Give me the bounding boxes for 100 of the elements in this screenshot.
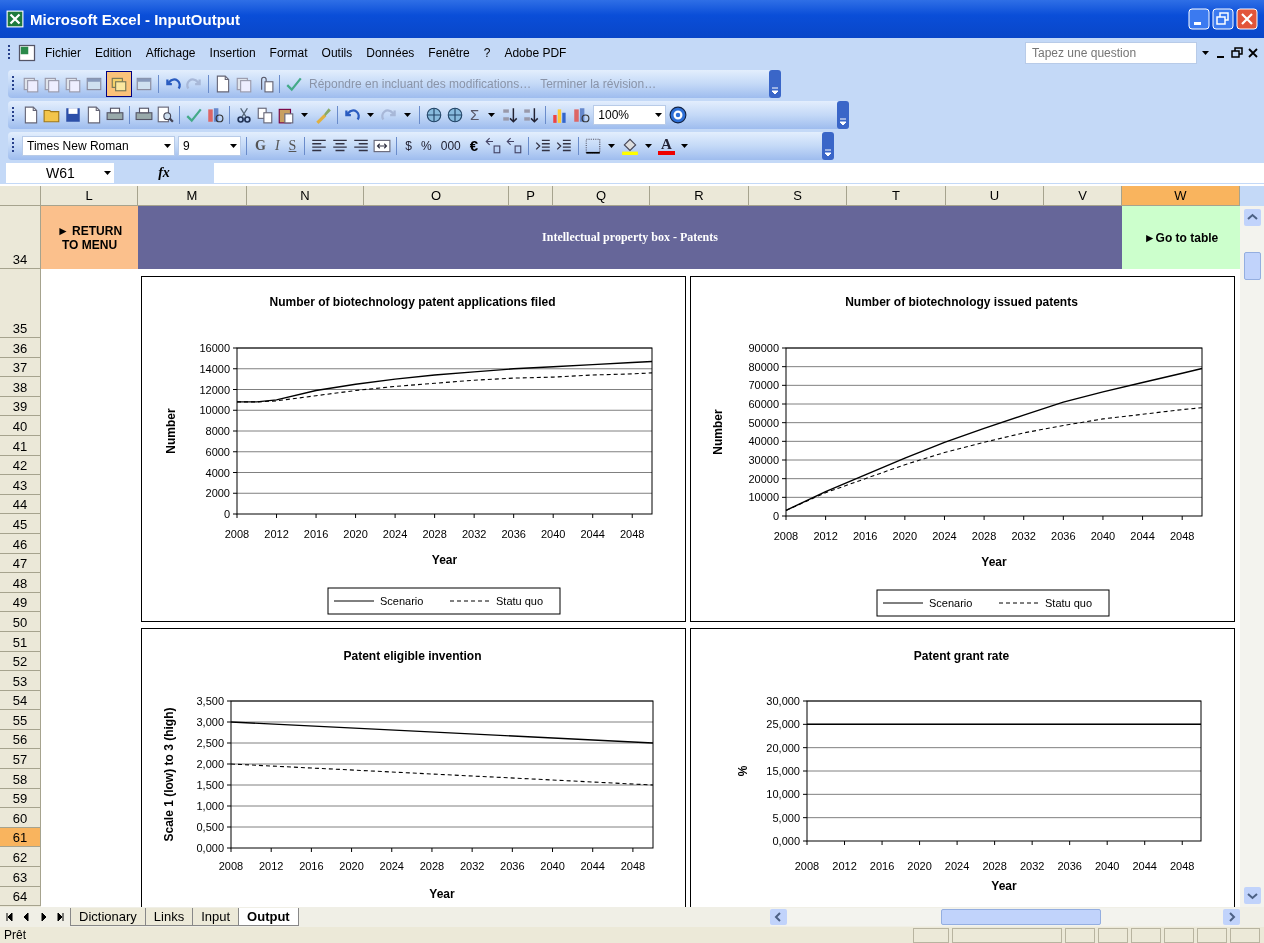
column-header[interactable]: O — [364, 186, 509, 206]
caret-icon[interactable] — [230, 143, 237, 148]
scroll-right-icon[interactable] — [1223, 909, 1240, 925]
column-header[interactable]: U — [946, 186, 1044, 206]
floppy-icon[interactable] — [64, 105, 82, 124]
caret-icon[interactable] — [367, 112, 374, 117]
font-size-dropdown[interactable]: 9 — [178, 135, 241, 156]
sheet-tab[interactable]: Links — [144, 908, 194, 926]
column-header[interactable]: N — [247, 186, 364, 206]
caret-icon[interactable] — [608, 143, 616, 148]
menu-item[interactable]: Fichier — [39, 44, 87, 62]
bold-button[interactable]: G — [252, 137, 269, 154]
workbook-icon[interactable] — [17, 43, 37, 63]
menu-item[interactable]: Format — [263, 44, 314, 62]
toolbar-options-icon[interactable] — [769, 69, 781, 98]
menu-item[interactable]: ? — [477, 44, 497, 62]
caret-icon[interactable] — [680, 143, 688, 148]
grid-icon[interactable] — [584, 136, 603, 155]
menu-item[interactable]: Fenêtre — [422, 44, 476, 62]
scroll-up-icon[interactable] — [1243, 209, 1261, 226]
column-header[interactable]: P — [509, 186, 553, 206]
x-tick-label: 2048 — [620, 860, 646, 872]
autosum-button[interactable]: Σ — [467, 106, 483, 123]
caret-icon[interactable] — [104, 171, 111, 175]
column-header[interactable]: Q — [553, 186, 650, 206]
font-color-button[interactable]: A — [658, 136, 675, 155]
globe-icon[interactable] — [425, 105, 443, 124]
y-tick-label: 10000 — [748, 491, 779, 504]
scroll-down-icon[interactable] — [1243, 887, 1261, 904]
column-header[interactable]: T — [847, 186, 946, 206]
toolbar-options-icon[interactable] — [822, 131, 834, 160]
status-panel — [1197, 927, 1227, 943]
caret-icon[interactable] — [164, 143, 171, 148]
menu-item[interactable]: Affichage — [139, 44, 202, 62]
y-tick-label: 8000 — [205, 425, 230, 437]
menu-item[interactable]: Adobe PDF — [498, 44, 573, 62]
magnifier-icon[interactable] — [156, 105, 174, 124]
caret-icon[interactable] — [404, 112, 411, 117]
column-header[interactable]: V — [1044, 186, 1122, 206]
minimize-icon[interactable] — [1188, 8, 1210, 30]
formula-field[interactable] — [214, 163, 1264, 183]
copy-icon[interactable] — [256, 105, 274, 124]
x-tick-label: 2008 — [224, 528, 250, 540]
close-icon[interactable] — [1246, 46, 1260, 60]
books-icon[interactable] — [572, 105, 591, 124]
name-box[interactable]: W61 — [6, 163, 114, 183]
sheet-tab[interactable]: Dictionary — [70, 908, 146, 926]
bucket-icon[interactable] — [621, 136, 640, 155]
restore-icon[interactable] — [1212, 8, 1234, 30]
underline-button[interactable]: S — [285, 137, 300, 154]
thousands-button[interactable]: 000 — [437, 138, 464, 153]
menu-item[interactable]: Outils — [315, 44, 359, 62]
books-icon[interactable] — [206, 105, 224, 124]
sheet-tab[interactable]: Input — [192, 908, 240, 926]
column-header[interactable]: S — [749, 186, 847, 206]
vertical-scrollbar[interactable] — [1240, 206, 1264, 907]
zoom-dropdown[interactable]: 100% — [593, 104, 667, 125]
page-icon[interactable] — [214, 74, 232, 93]
scroll-thumb[interactable] — [1243, 252, 1261, 280]
column-header[interactable]: W — [1122, 186, 1240, 206]
restore-icon[interactable] — [1230, 46, 1244, 60]
insert-function-button[interactable]: fx — [114, 165, 214, 181]
sort-icon[interactable] — [501, 105, 520, 124]
caret-icon[interactable] — [645, 143, 653, 148]
go-to-table-button[interactable]: ►Go to table — [1122, 206, 1240, 269]
caret-icon[interactable] — [301, 112, 308, 117]
caret-icon[interactable] — [1202, 51, 1209, 55]
y-tick-label: 10,000 — [766, 788, 800, 801]
scissors-icon[interactable] — [235, 105, 253, 124]
menu-item[interactable]: Edition — [89, 44, 138, 62]
toolbar-options-icon[interactable] — [837, 100, 849, 129]
sort-icon[interactable] — [522, 105, 541, 124]
column-header[interactable]: R — [650, 186, 749, 206]
globe-icon[interactable] — [446, 105, 464, 124]
legend-label: Statu quo — [496, 595, 544, 607]
toggle-button[interactable] — [106, 70, 132, 97]
column-header[interactable]: L — [41, 186, 138, 206]
horizontal-scrollbar[interactable] — [770, 908, 1240, 926]
x-tick-label: 2036 — [1051, 530, 1076, 542]
scroll-thumb[interactable] — [941, 909, 1101, 925]
scroll-left-icon[interactable] — [770, 909, 787, 925]
caret-icon[interactable] — [655, 112, 663, 117]
page-icon[interactable] — [85, 105, 103, 124]
return-to-menu-button[interactable]: ► RETURN TO MENU — [41, 206, 138, 269]
help-search-field[interactable]: Tapez une question — [1025, 42, 1197, 64]
percent-button[interactable]: % — [418, 138, 435, 153]
sheet-tab[interactable]: Output — [238, 908, 299, 926]
currency-button[interactable]: $ — [402, 138, 416, 153]
menu-item[interactable]: Données — [360, 44, 421, 62]
y-tick-label: 1,500 — [196, 779, 224, 791]
row-header[interactable]: 61 — [0, 827, 41, 848]
page-icon[interactable] — [22, 105, 40, 124]
caret-icon[interactable] — [488, 112, 496, 117]
close-icon[interactable] — [1236, 8, 1258, 30]
font-dropdown[interactable]: Times New Roman — [22, 135, 175, 156]
italic-button[interactable]: I — [271, 137, 283, 154]
euro-button[interactable]: € — [466, 137, 482, 154]
y-axis-label: Number — [164, 408, 178, 454]
column-header[interactable]: M — [138, 186, 247, 206]
menu-item[interactable]: Insertion — [203, 44, 262, 62]
